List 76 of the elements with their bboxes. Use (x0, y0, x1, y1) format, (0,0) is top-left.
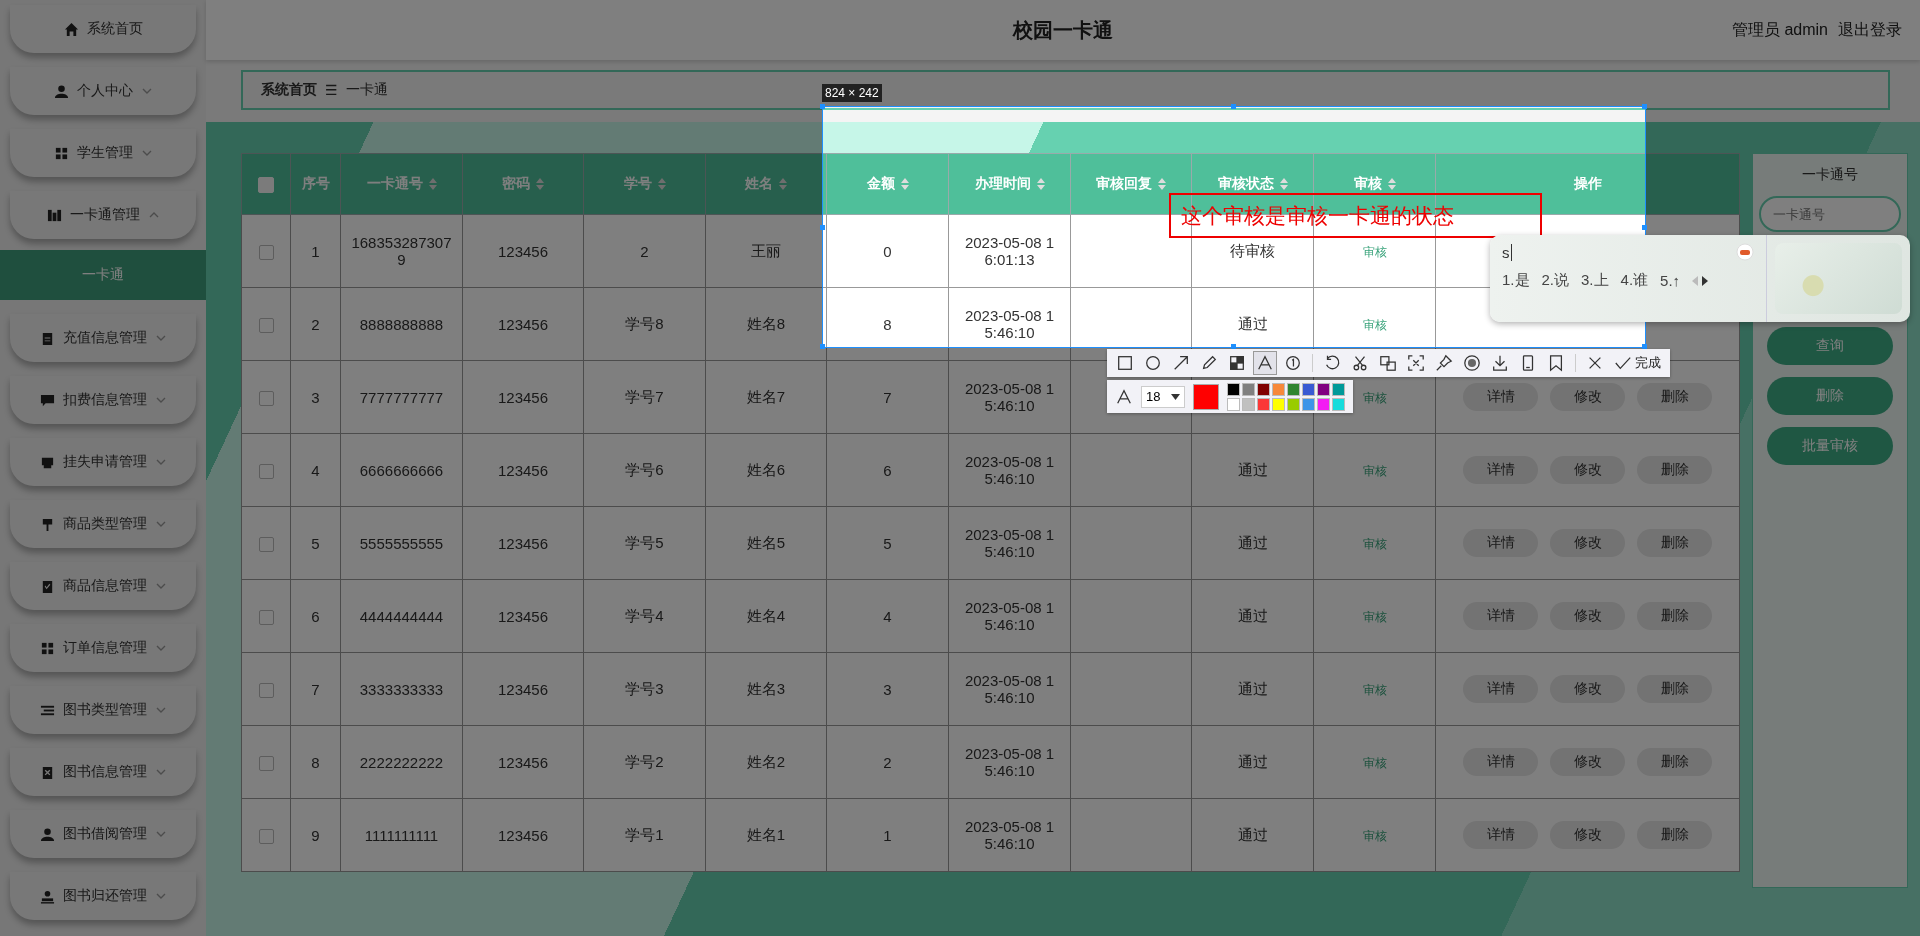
breadcrumb-separator: ☰ (325, 82, 338, 98)
table-cell: 123456 (497, 680, 549, 698)
table-cell: 姓名1 (746, 825, 786, 843)
table-cell: 2023-05-08 15:46:10 (964, 818, 1055, 852)
table-cell: 123456 (497, 826, 549, 844)
table-cell: 2023-05-08 15:46:10 (964, 599, 1055, 633)
table-cell: 2023-05-08 15:46:10 (964, 672, 1055, 706)
table-cell: 通过 (1237, 752, 1268, 770)
table-cell: 123456 (497, 534, 549, 552)
app-title: 校园一卡通 (1013, 17, 1113, 43)
table-cell: 待审核 (1230, 241, 1275, 259)
table-cell: 2222222222 (359, 753, 444, 771)
table-cell: 2023-05-08 15:46:10 (964, 745, 1055, 779)
table-cell: 学号5 (625, 533, 664, 551)
table-cell: 2023-05-08 15:46:10 (964, 307, 1055, 341)
table-cell: 5 (883, 534, 892, 552)
table-cell: 3 (311, 388, 320, 406)
table-cell: 通过 (1237, 825, 1268, 843)
table-cell: 123456 (497, 753, 549, 771)
table-cell: 学号3 (625, 679, 664, 697)
table-cell: 7777777777 (359, 388, 444, 406)
table-cell: 3 (883, 680, 892, 698)
table-cell: 学号6 (625, 460, 664, 478)
table-cell: 学号8 (625, 314, 664, 332)
table-cell: 通过 (1237, 679, 1268, 697)
table-cell: 4 (311, 461, 320, 479)
table-cell: 姓名5 (746, 533, 786, 551)
table-cell: 7 (311, 680, 320, 698)
table-cell: 2 (311, 315, 320, 333)
table-cell: 2023-05-08 15:46:10 (964, 526, 1055, 560)
table-cell: 123456 (497, 461, 549, 479)
table-cell: 6 (883, 461, 892, 479)
table-cell: 0 (883, 242, 892, 260)
table-cell: 4 (883, 607, 892, 625)
table-cell: 王丽 (751, 241, 781, 259)
table-cell: 8 (311, 753, 320, 771)
table-cell: 2 (640, 242, 649, 260)
table-cell: 123456 (497, 242, 549, 260)
table-cell: 5 (311, 534, 320, 552)
table-cell: 123456 (497, 607, 549, 625)
user-label: 管理员 admin (1731, 19, 1828, 40)
table-cell: 姓名2 (746, 752, 786, 770)
selection-size-label: 824 × 242 (822, 84, 882, 102)
table-cell: 5555555555 (359, 534, 444, 552)
table-cell: 学号4 (625, 606, 664, 624)
table-cell: 通过 (1237, 314, 1268, 332)
table-cell: 通过 (1237, 533, 1268, 551)
table-cell: 6666666666 (359, 461, 444, 479)
table-cell: 通过 (1237, 606, 1268, 624)
table-cell: 8888888888 (359, 315, 444, 333)
table-cell: 7 (883, 388, 892, 406)
table-cell: 姓名7 (746, 387, 786, 405)
table-cell: 2023-05-08 15:46:10 (964, 380, 1055, 414)
table-cell: 通过 (1237, 460, 1268, 478)
table-cell: 学号7 (625, 387, 664, 405)
table-cell: 9 (311, 826, 320, 844)
table-cell: 1683532873079 (351, 234, 452, 268)
table-cell: 姓名4 (746, 606, 786, 624)
table-cell: 2 (883, 753, 892, 771)
table-cell: 123456 (497, 388, 549, 406)
table-cell: 学号1 (625, 825, 664, 843)
table-cell: 1111111111 (364, 826, 439, 844)
table-cell: 3333333333 (359, 680, 444, 698)
table-cell: 1 (883, 826, 892, 844)
table-cell: 姓名3 (746, 679, 786, 697)
table-cell: 1 (311, 242, 320, 260)
table-cell: 姓名6 (746, 460, 786, 478)
table-cell: 姓名8 (746, 314, 786, 332)
table-cell: 8 (883, 315, 892, 333)
table-cell: 学号2 (625, 752, 664, 770)
search-label: 一卡通号 (1802, 166, 1858, 184)
table-cell: 123456 (497, 315, 549, 333)
table-cell: 6 (311, 607, 320, 625)
table-cell: 2023-05-08 16:01:13 (964, 234, 1055, 268)
table-cell: 4444444444 (359, 607, 444, 625)
table-cell: 2023-05-08 15:46:10 (964, 453, 1055, 487)
